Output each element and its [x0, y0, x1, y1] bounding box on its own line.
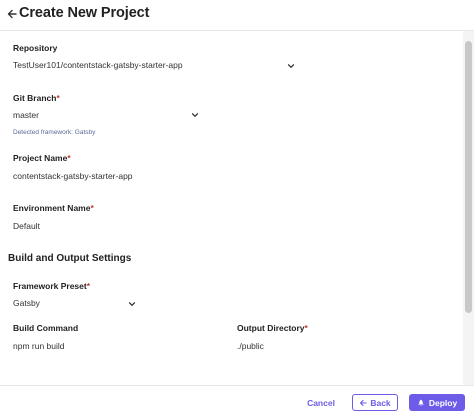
git-branch-label: Git Branch*: [13, 93, 60, 103]
repository-label-text: Repository: [13, 43, 58, 53]
framework-preset-label-text: Framework Preset: [13, 281, 87, 291]
page-footer: Cancel Back Deploy: [0, 385, 474, 419]
build-settings-heading: Build and Output Settings: [8, 253, 132, 264]
environment-name-label: Environment Name*: [13, 203, 94, 213]
git-branch-label-text: Git Branch: [13, 93, 57, 103]
build-command-label-text: Build Command: [13, 323, 79, 333]
environment-name-input[interactable]: Default: [13, 221, 40, 231]
build-command-label: Build Command: [13, 323, 78, 333]
repository-label: Repository: [13, 43, 57, 53]
arrow-left-icon: [360, 399, 367, 406]
create-project-page: Create New Project Repository TestUser10…: [0, 0, 474, 419]
scrollbar-thumb[interactable]: [465, 41, 472, 313]
framework-preset-label: Framework Preset*: [13, 281, 90, 291]
back-button[interactable]: Back: [352, 394, 398, 411]
cancel-button[interactable]: Cancel: [300, 395, 342, 411]
project-name-label-text: Project Name: [13, 153, 68, 163]
page-header: Create New Project: [0, 0, 474, 31]
deploy-button-label: Deploy: [428, 397, 458, 408]
repository-select[interactable]: TestUser101/contentstack-gatsby-starter-…: [13, 60, 183, 70]
framework-preset-select[interactable]: Gatsby: [13, 298, 40, 308]
project-name-input[interactable]: contentstack-gatsby-starter-app: [13, 171, 133, 181]
output-directory-label-text: Output Directory: [237, 323, 305, 333]
chevron-down-icon[interactable]: [190, 110, 200, 120]
environment-name-label-text: Environment Name: [13, 203, 91, 213]
required-mark: *: [304, 323, 308, 333]
back-button-label: Back: [370, 397, 391, 408]
cancel-button-label: Cancel: [307, 398, 335, 408]
chevron-down-icon[interactable]: [286, 61, 296, 71]
deploy-button[interactable]: Deploy: [409, 394, 465, 411]
required-mark: *: [86, 281, 91, 291]
form-content: Repository TestUser101/contentstack-gats…: [0, 31, 463, 385]
git-branch-select[interactable]: master: [13, 110, 39, 120]
page-title: Create New Project: [19, 5, 150, 21]
arrow-left-icon[interactable]: [6, 8, 18, 20]
output-directory-label: Output Directory*: [237, 323, 308, 333]
required-mark: *: [56, 93, 60, 103]
required-mark: *: [67, 153, 71, 163]
required-mark: *: [90, 203, 94, 213]
project-name-label: Project Name*: [13, 153, 71, 163]
scrollbar[interactable]: [463, 31, 474, 385]
detected-framework-hint: Detected framework: Gatsby: [13, 129, 96, 136]
chevron-down-icon[interactable]: [127, 299, 137, 309]
build-command-input[interactable]: npm run build: [13, 341, 65, 351]
rocket-icon: [418, 399, 424, 406]
output-directory-input[interactable]: ./public: [237, 341, 264, 351]
